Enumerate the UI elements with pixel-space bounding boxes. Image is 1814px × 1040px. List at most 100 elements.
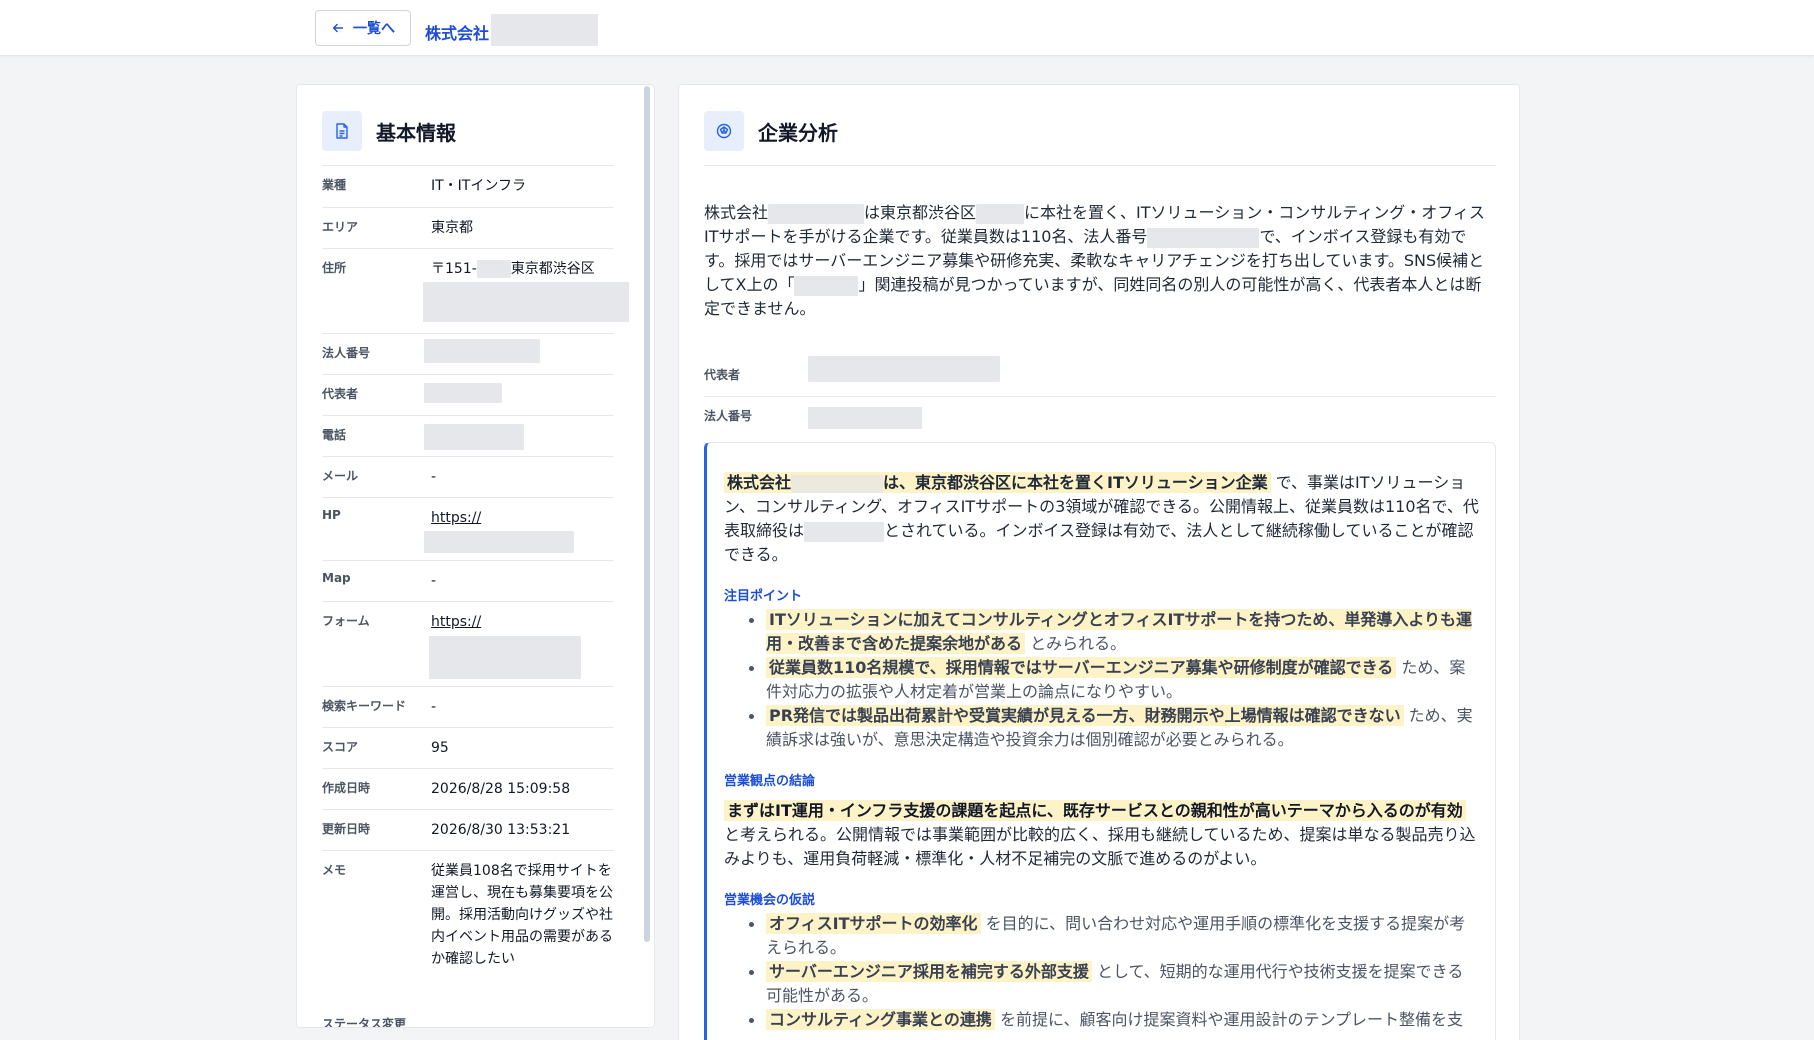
page-title: 株式会社 [425, 14, 599, 46]
info-row-memo: メモ 従業員108名で採用サイトを運営し、現在も募集要項を公開。採用活動向けグッ… [322, 851, 614, 1001]
info-row-email: メール - [322, 457, 614, 498]
info-value-email: - [431, 469, 437, 485]
redacted-representative [808, 356, 1000, 382]
info-label: 住所 [322, 261, 347, 275]
company-summary: 株式会社 は東京都渋谷区 に本社を置く、ITソリューション・コンサルティング・オフィ… [704, 201, 1494, 321]
redacted-company-name [491, 14, 599, 46]
info-row-area: エリア 東京都 [322, 208, 614, 249]
intro-highlight: 株式会社 は、東京都渋谷区に本社を置くITソリューション企業 [724, 472, 1271, 493]
analysis-report: 株式会社 は、東京都渋谷区に本社を置くITソリューション企業 で、事業はITソリュ… [704, 442, 1496, 1040]
info-row-status-change: ステータス変更 [322, 1003, 614, 1028]
redacted-corporate-number [808, 407, 922, 429]
redacted-form-url [429, 636, 581, 679]
postal-prefix: 〒151- [431, 261, 477, 277]
basic-info-header: 基本情報 [322, 111, 456, 151]
highlight-text: 株式会社 [727, 473, 792, 492]
back-button-label: 一覧へ [353, 21, 395, 37]
redacted-sns-name [794, 275, 859, 296]
info-label: 作成日時 [322, 781, 371, 795]
conclusion-body: と考えられる。公開情報では事業範囲が比較的広く、採用も継続しているため、提案は単… [724, 825, 1476, 868]
redacted-postal-code [476, 260, 511, 278]
redacted-representative [424, 383, 502, 403]
conclusion-text: まずはIT運用・インフラ支援の課題を起点に、既存サービスとの親和性が高いテーマか… [724, 799, 1479, 871]
redacted-corporate-number [424, 339, 540, 363]
points-list: ITソリューションに加えてコンサルティングとオフィスITサポートを持つため、単発… [724, 608, 1479, 752]
info-label: 代表者 [322, 387, 359, 401]
info-label: スコア [322, 740, 359, 754]
summary-text: 株式会社 [704, 203, 769, 222]
list-item: PR発信では製品出荷累計や受賞実績が見える一方、財務開示や上場情報は確認できない… [749, 704, 1479, 752]
info-row-search-keyword: 検索キーワード - [322, 687, 614, 728]
info-label: HP [322, 508, 341, 522]
point-text: とみられる。 [1030, 634, 1127, 653]
divider [704, 165, 1496, 166]
info-label: 検索キーワード [322, 699, 407, 713]
opportunity-highlight: コンサルティング事業との連携 [766, 1009, 995, 1030]
redacted-address [423, 282, 629, 322]
info-value-address: 〒151- 東京都渋谷区 [423, 258, 641, 322]
form-link[interactable]: https:// [431, 611, 481, 633]
analysis-intro: 株式会社 は、東京都渋谷区に本社を置くITソリューション企業 で、事業はITソリュ… [724, 471, 1479, 567]
company-name: 株式会社 [425, 24, 490, 43]
meta-label: 代表者 [704, 368, 741, 382]
left-panel-scrollbar[interactable] [644, 86, 650, 942]
info-value-industry: IT・ITインフラ [431, 178, 526, 194]
redacted-company-name [768, 203, 865, 224]
info-label: メモ [322, 863, 347, 877]
company-analysis-title: 企業分析 [758, 120, 838, 145]
company-analysis-panel: 企業分析 株式会社 は東京都渋谷区 に本社を置く、ITソリューション・コンサルティン… [678, 84, 1520, 1040]
conclusion-highlight: まずはIT運用・インフラ支援の課題を起点に、既存サービスとの親和性が高いテーマか… [724, 800, 1466, 821]
list-item: サーバーエンジニア採用を補完する外部支援 として、短期的な運用代行や技術支援を提… [749, 960, 1479, 1008]
info-label: 電話 [322, 428, 347, 442]
opportunity-text: を前提に、顧客向け提案資料や運用設計のテンプレート整備を支 [999, 1010, 1464, 1029]
redacted-company-name [791, 474, 884, 493]
info-value-area: 東京都 [431, 220, 473, 236]
info-value-score: 95 [431, 740, 449, 756]
list-item: ITソリューションに加えてコンサルティングとオフィスITサポートを持つため、単発… [749, 608, 1479, 656]
info-row-updated-at: 更新日時 2026/8/30 13:53:21 [322, 810, 614, 851]
meta-row-representative: 代表者 [704, 356, 1496, 397]
point-highlight: 従業員数110名規模で、採用情報ではサーバーエンジニア募集や研修制度が確認できる [766, 657, 1397, 678]
analysis-icon [704, 111, 744, 151]
highlight-text: は、東京都渋谷区に本社を置くITソリューション企業 [883, 473, 1268, 492]
section-heading-points: 注目ポイント [724, 589, 803, 604]
list-item: オフィスITサポートの効率化 を目的に、問い合わせ対応や運用手順の標準化を支援す… [749, 912, 1479, 960]
redacted-corporate-number [1147, 227, 1260, 248]
opportunity-highlight: サーバーエンジニア採用を補完する外部支援 [766, 961, 1092, 982]
document-icon [322, 111, 362, 151]
redacted-address [976, 203, 1025, 224]
section-heading-opportunities: 営業機会の仮説 [724, 893, 816, 908]
list-item: 従業員数110名規模で、採用情報ではサーバーエンジニア募集や研修制度が確認できる… [749, 656, 1479, 704]
basic-info-panel: 基本情報 業種 IT・ITインフラ エリア 東京都 住所 〒151- 東京都渋谷区… [296, 84, 655, 1028]
info-row-representative: 代表者 [322, 375, 614, 416]
info-row-industry: 業種 IT・ITインフラ [322, 166, 614, 208]
info-label: 更新日時 [322, 822, 371, 836]
info-row-score: スコア 95 [322, 728, 614, 769]
opportunity-highlight: オフィスITサポートの効率化 [766, 913, 981, 934]
homepage-link[interactable]: https:// [431, 507, 481, 529]
info-row-corporate-number: 法人番号 [322, 334, 614, 375]
list-item: コンサルティング事業との連携 を前提に、顧客向け提案資料や運用設計のテンプレート… [749, 1008, 1479, 1032]
address-city: 東京都渋谷区 [510, 261, 595, 277]
info-label: 法人番号 [322, 346, 371, 360]
opportunities-list: オフィスITサポートの効率化 を目的に、問い合わせ対応や運用手順の標準化を支援す… [724, 912, 1479, 1032]
redacted-homepage-url [424, 531, 574, 553]
section-heading-conclusion: 営業観点の結論 [724, 774, 816, 789]
redacted-ceo-name [804, 521, 885, 542]
info-row-homepage: HP https:// [322, 498, 614, 561]
info-row-map: Map - [322, 561, 614, 602]
meta-row-corporate-number: 法人番号 [704, 397, 1496, 438]
basic-info-title: 基本情報 [376, 120, 456, 145]
info-row-address: 住所 〒151- 東京都渋谷区 [322, 249, 629, 334]
info-row-phone: 電話 [322, 416, 614, 457]
info-value-search-keyword: - [431, 699, 437, 715]
info-value-map: - [431, 573, 437, 589]
info-label: エリア [322, 220, 359, 234]
meta-label: 法人番号 [704, 409, 753, 423]
info-value-memo: 従業員108名で採用サイトを運営し、現在も募集要項を公開。採用活動向けグッズや社… [431, 863, 613, 967]
info-label: ステータス変更 [322, 1017, 407, 1028]
back-to-list-button[interactable]: 一覧へ [315, 10, 411, 46]
info-label: メール [322, 469, 359, 483]
info-label: フォーム [322, 614, 370, 628]
info-label: Map [322, 571, 351, 585]
